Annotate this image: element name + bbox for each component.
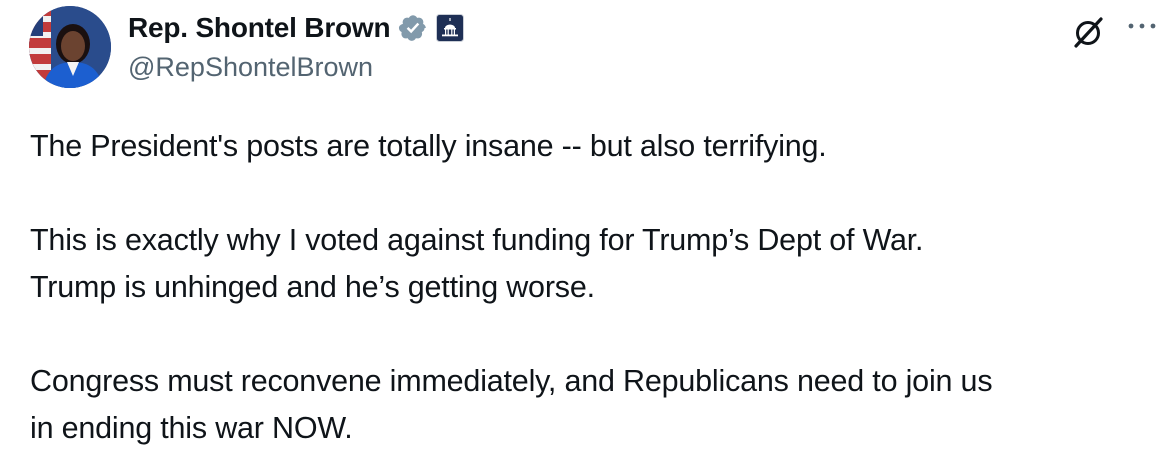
tweet-line: Congress must reconvene immediately, and… (30, 364, 993, 398)
author-name-row: Rep. Shontel Brown (128, 11, 465, 45)
tweet-line: This is exactly why I voted against fund… (30, 223, 924, 257)
grok-slash-icon[interactable] (1068, 12, 1108, 52)
more-dots-icon[interactable] (1126, 14, 1158, 38)
tweet-text: The President's posts are totally insane… (30, 123, 1155, 452)
tweet-line: Trump is unhinged and he’s getting worse… (30, 270, 595, 304)
tweet-line: in ending this war NOW. (30, 411, 353, 445)
verified-badge-icon[interactable] (398, 13, 428, 43)
avatar[interactable] (29, 6, 111, 88)
author-handle[interactable]: @RepShontelBrown (128, 52, 373, 83)
display-name[interactable]: Rep. Shontel Brown (128, 12, 391, 44)
tweet-card: Rep. Shontel Brown @RepShontelBrown The … (0, 0, 1167, 458)
capitol-building-icon[interactable] (436, 14, 465, 42)
tweet-line: The President's posts are totally insane… (30, 129, 827, 163)
